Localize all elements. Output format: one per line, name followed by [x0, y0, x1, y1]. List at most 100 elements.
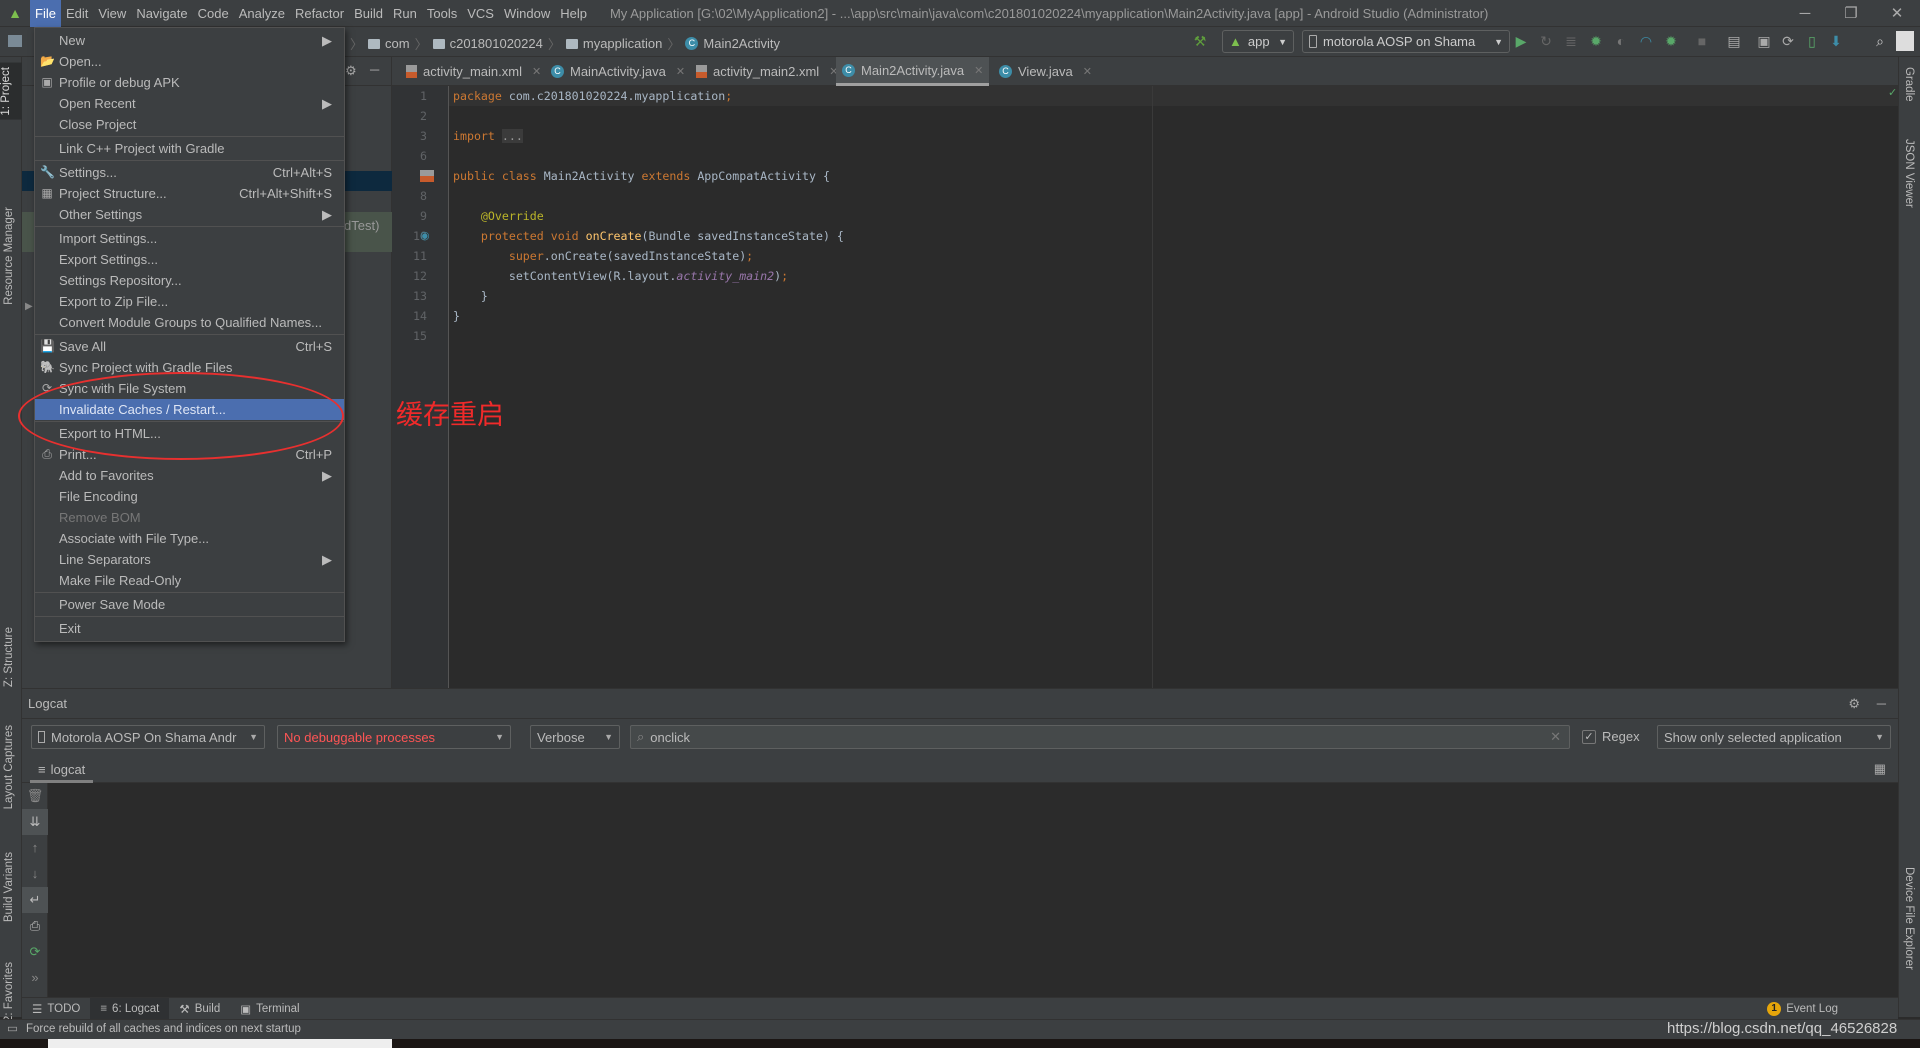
device-select[interactable]: Motorola AOSP On Shama Andr ▼	[31, 725, 265, 749]
regex-checkbox[interactable]: ✓ Regex	[1582, 729, 1640, 744]
profile-icon[interactable]: ◐	[1613, 33, 1629, 49]
tool-window-gradle[interactable]: Gradle	[1903, 67, 1915, 102]
tool-window-layout-captures[interactable]: Layout Captures	[3, 725, 15, 809]
breadcrumb-item[interactable]: com	[385, 36, 410, 51]
menu-item-line-separators[interactable]: Line Separators ▶	[35, 549, 344, 570]
menu-item-file-encoding[interactable]: File Encoding	[35, 486, 344, 507]
menu-item-associate-with-file-type[interactable]: Associate with File Type...	[35, 528, 344, 549]
tool-window-build-variants[interactable]: Build Variants	[3, 852, 15, 922]
up-arrow-icon[interactable]: ↑	[22, 835, 48, 861]
menu-vcs[interactable]: VCS	[462, 0, 499, 27]
menu-view[interactable]: View	[93, 0, 131, 27]
editor-tab[interactable]: C Main2Activity.java ✕	[836, 57, 990, 86]
menu-item-export-settings[interactable]: Export Settings...	[35, 249, 344, 270]
layout-file-gutter-icon[interactable]	[420, 170, 434, 182]
run-config-dropdown[interactable]: ▲ app ▼	[1222, 30, 1294, 53]
close-tab-icon[interactable]: ✕	[1083, 65, 1092, 78]
menu-item-export-to-zip-file[interactable]: Export to Zip File...	[35, 291, 344, 312]
search-icon[interactable]: ⌕	[1872, 33, 1888, 49]
tool-window-resource-manager[interactable]: Resource Manager	[3, 207, 15, 305]
menu-item-sync-project-with-gradle-files[interactable]: 🐘 Sync Project with Gradle Files	[35, 357, 344, 378]
attach-debugger-icon[interactable]: ✹	[1663, 33, 1679, 49]
menu-file[interactable]: File	[30, 0, 61, 27]
editor-tab[interactable]: activity_main2.xml ✕	[690, 57, 844, 86]
logcat-search-input[interactable]: ⌕ onclick ✕	[630, 725, 1570, 749]
apply-code-changes-icon[interactable]: ≣	[1563, 33, 1579, 49]
build-hammer-icon[interactable]: ⚒	[1192, 33, 1208, 49]
close-window-button[interactable]: ✕	[1874, 0, 1920, 27]
menu-item-make-file-read-only[interactable]: Make File Read-Only	[35, 570, 344, 591]
menu-item-project-structure[interactable]: ▦ Project Structure... Ctrl+Alt+Shift+S	[35, 183, 344, 204]
tool-window-device-file-explorer[interactable]: Device File Explorer	[1903, 867, 1915, 970]
menu-item-settings-repository[interactable]: Settings Repository...	[35, 270, 344, 291]
override-method-gutter-icon[interactable]: ◉	[420, 229, 430, 242]
stop-icon[interactable]: ■	[1694, 33, 1710, 49]
trash-icon[interactable]: 🗑	[22, 783, 48, 809]
menu-item-power-save-mode[interactable]: Power Save Mode	[35, 594, 344, 615]
menu-item-invalidate-caches-restart[interactable]: Invalidate Caches / Restart...	[35, 399, 344, 420]
down-arrow-icon[interactable]: ↓	[22, 861, 48, 887]
event-log-button[interactable]: 1 Event Log	[1757, 998, 1848, 1020]
menu-navigate[interactable]: Navigate	[131, 0, 192, 27]
menu-item-new[interactable]: New ▶	[35, 30, 344, 51]
filter-select[interactable]: Show only selected application ▼	[1657, 725, 1891, 749]
breadcrumb-item[interactable]: Main2Activity	[703, 36, 780, 51]
menu-refactor[interactable]: Refactor	[290, 0, 349, 27]
menu-run[interactable]: Run	[388, 0, 422, 27]
menu-item-exit[interactable]: Exit	[35, 618, 344, 639]
sdk-manager-icon[interactable]: ⬇	[1828, 33, 1844, 49]
menu-tools[interactable]: Tools	[422, 0, 462, 27]
tool-window-favorites[interactable]: 2: Favorites	[3, 962, 15, 1022]
menu-item-open[interactable]: 📂 Open...	[35, 51, 344, 72]
tool-window-project[interactable]: 1: Project	[0, 63, 22, 120]
menu-item-open-recent[interactable]: Open Recent ▶	[35, 93, 344, 114]
editor-tab[interactable]: C View.java ✕	[993, 57, 1098, 86]
soft-wrap-icon[interactable]: ↵	[22, 887, 48, 913]
status-toggle-icon[interactable]: ▭	[7, 1020, 18, 1039]
hide-panel-icon[interactable]: ─	[370, 62, 379, 77]
editor-tab[interactable]: C MainActivity.java ✕	[545, 57, 691, 86]
menu-item-print[interactable]: ⎙ Print... Ctrl+P	[35, 444, 344, 465]
menu-edit[interactable]: Edit	[61, 0, 93, 27]
expand-arrow-icon[interactable]: ▶	[25, 301, 33, 312]
tool-window-json-viewer[interactable]: JSON Viewer	[1903, 139, 1915, 208]
maximize-button[interactable]: ❐	[1828, 0, 1874, 27]
process-select[interactable]: No debuggable processes ▼	[277, 725, 511, 749]
tab-build[interactable]: ⚒ Build	[169, 998, 230, 1020]
apply-changes-icon[interactable]: ↻	[1538, 33, 1554, 49]
tab-terminal[interactable]: ▣ Terminal	[230, 998, 309, 1020]
device-manager-icon[interactable]: ▯	[1804, 33, 1820, 49]
close-tab-icon[interactable]: ✕	[676, 65, 685, 78]
gear-icon[interactable]: ⚙	[1848, 689, 1860, 719]
gradle-sync-icon[interactable]: ⟳	[1780, 33, 1796, 49]
breadcrumb-item[interactable]: c201801020224	[450, 36, 543, 51]
avd-manager-icon[interactable]: ▣	[1756, 33, 1772, 49]
code-editor[interactable]: 1236789101112131415 ◉ ✓ package com.c201…	[392, 86, 1898, 688]
menu-item-convert-module-groups-to-qualified-names[interactable]: Convert Module Groups to Qualified Names…	[35, 312, 344, 333]
menu-item-export-to-html[interactable]: Export to HTML...	[35, 423, 344, 444]
menu-analyze[interactable]: Analyze	[234, 0, 290, 27]
tool-window-structure[interactable]: Z: Structure	[3, 627, 15, 687]
menu-item-add-to-favorites[interactable]: Add to Favorites ▶	[35, 465, 344, 486]
print-icon[interactable]: ⎙	[22, 913, 48, 939]
breadcrumb-item[interactable]: myapplication	[583, 36, 663, 51]
user-avatar[interactable]	[1896, 31, 1914, 51]
device-dropdown[interactable]: motorola AOSP on Shama ▼	[1302, 30, 1510, 53]
menu-item-sync-with-file-system[interactable]: ⟳ Sync with File System	[35, 378, 344, 399]
clear-search-icon[interactable]: ✕	[1550, 729, 1561, 745]
more-icon[interactable]: »	[22, 965, 48, 991]
menu-item-other-settings[interactable]: Other Settings ▶	[35, 204, 344, 225]
menu-item-link-c-project-with-gradle[interactable]: Link C++ Project with Gradle	[35, 138, 344, 159]
menu-item-save-all[interactable]: 💾 Save All Ctrl+S	[35, 336, 344, 357]
tab-todo[interactable]: ☰ TODO	[22, 998, 90, 1020]
debug-icon[interactable]: ✹	[1588, 33, 1604, 49]
scroll-to-end-icon[interactable]: ⇊	[22, 809, 48, 835]
logcat-tab[interactable]: ≡ logcat	[30, 759, 94, 783]
run-icon[interactable]: ▶	[1513, 33, 1529, 49]
hide-panel-icon[interactable]: ─	[1877, 689, 1886, 719]
editor-tab[interactable]: activity_main.xml ✕	[400, 57, 547, 86]
close-tab-icon[interactable]: ✕	[532, 65, 541, 78]
menu-item-profile-or-debug-apk[interactable]: ▣ Profile or debug APK	[35, 72, 344, 93]
gear-icon[interactable]: ⚙	[345, 63, 357, 79]
menu-help[interactable]: Help	[555, 0, 592, 27]
